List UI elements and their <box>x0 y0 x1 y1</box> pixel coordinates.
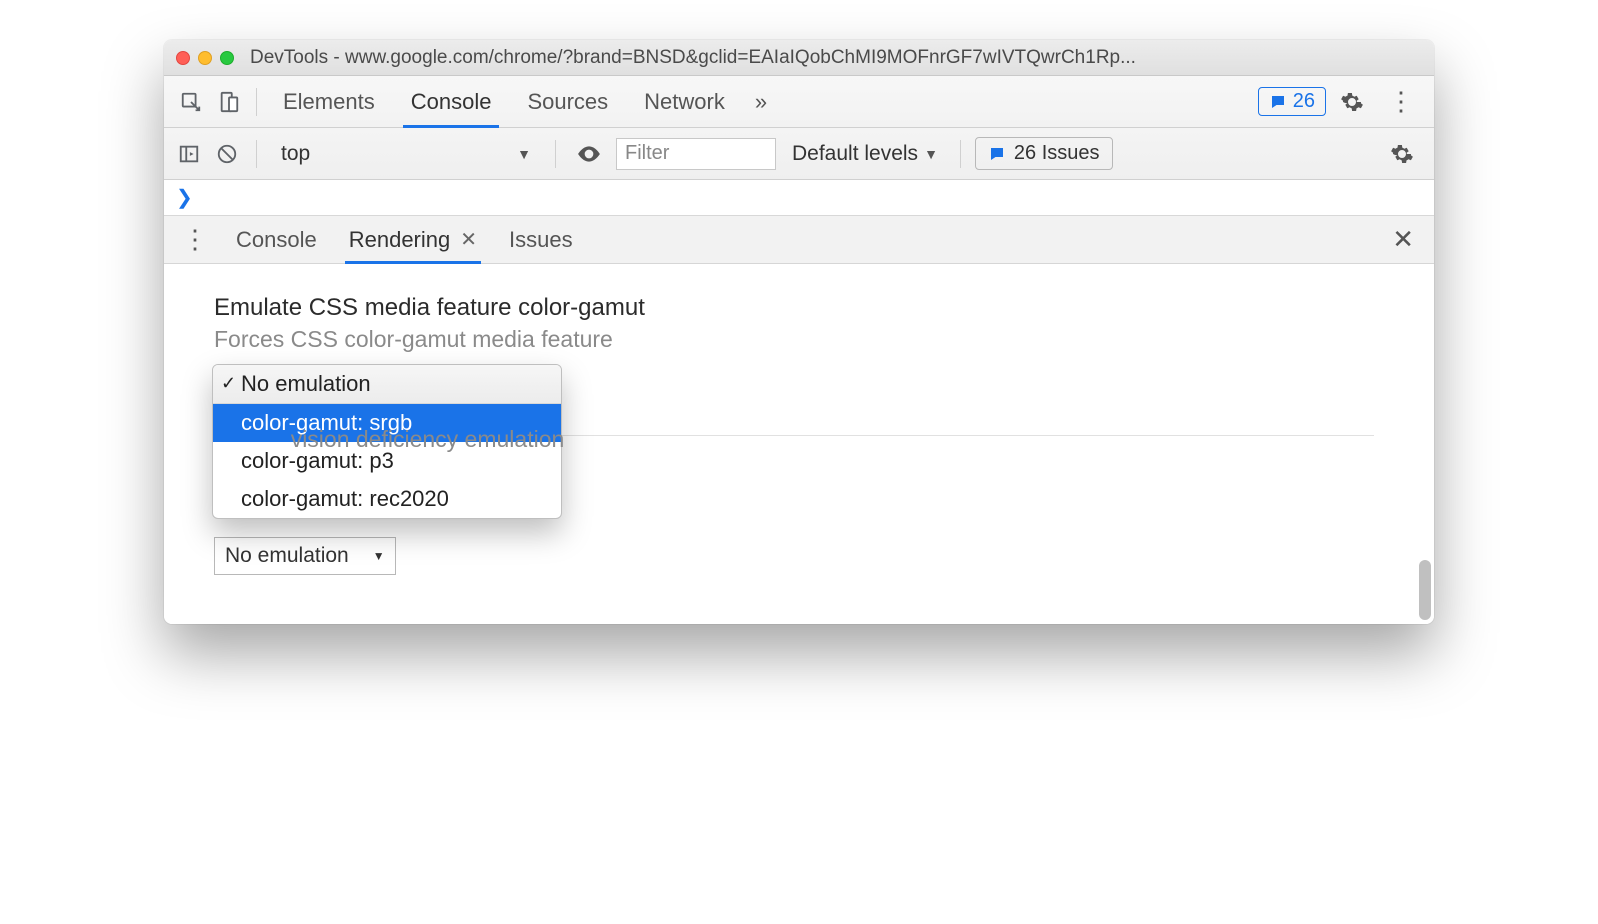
drawer-tab-issues[interactable]: Issues <box>495 216 587 263</box>
window-close-button[interactable] <box>176 51 190 65</box>
window-titlebar: DevTools - www.google.com/chrome/?brand=… <box>164 40 1434 76</box>
drawer-tab-label: Console <box>236 227 317 253</box>
rendering-panel: Emulate CSS media feature color-gamut Fo… <box>164 264 1434 624</box>
levels-label: Default levels <box>792 142 918 166</box>
console-prompt-line[interactable]: ❯ <box>164 180 1434 216</box>
tab-console[interactable]: Console <box>395 76 508 127</box>
dropdown-option-no-emulation[interactable]: ✓ No emulation <box>213 365 561 404</box>
color-gamut-title: Emulate CSS media feature color-gamut <box>214 294 1384 322</box>
dropdown-option-rec2020[interactable]: color-gamut: rec2020 <box>213 480 561 518</box>
tab-label: Sources <box>527 89 608 115</box>
option-label: No emulation <box>241 371 371 396</box>
more-tabs-icon[interactable]: » <box>745 89 777 115</box>
issues-icon <box>988 145 1006 163</box>
color-gamut-subtitle: Forces CSS color-gamut media feature <box>214 326 1384 353</box>
dropdown-icon: ▼ <box>373 549 385 563</box>
window-title: DevTools - www.google.com/chrome/?brand=… <box>250 47 1422 69</box>
drawer-more-icon[interactable]: ⋮ <box>172 224 218 255</box>
console-toolbar: top ▼ Default levels ▼ 26 Issues <box>164 128 1434 180</box>
tab-label: Elements <box>283 89 375 115</box>
drawer-tab-console[interactable]: Console <box>222 216 331 263</box>
devtools-window: DevTools - www.google.com/chrome/?brand=… <box>164 40 1434 624</box>
vision-deficiency-subtitle-fragment: Forces vision deficiency emulation <box>214 426 1384 453</box>
issues-count-text: 26 <box>1293 90 1315 113</box>
scrollbar-thumb[interactable] <box>1419 560 1431 620</box>
tab-elements[interactable]: Elements <box>267 76 391 127</box>
device-toggle-icon[interactable] <box>212 85 246 119</box>
close-icon[interactable]: ✕ <box>460 227 477 252</box>
separator <box>256 88 257 116</box>
issues-counter[interactable]: 26 <box>1258 87 1326 116</box>
live-expression-icon[interactable] <box>570 141 608 167</box>
drawer-tabstrip: ⋮ Console Rendering ✕ Issues ✕ <box>164 216 1434 264</box>
drawer-close-icon[interactable]: ✕ <box>1380 224 1426 255</box>
select-value: No emulation <box>225 544 349 568</box>
window-minimize-button[interactable] <box>198 51 212 65</box>
filter-input[interactable] <box>616 138 776 170</box>
tab-network[interactable]: Network <box>628 76 741 127</box>
tab-sources[interactable]: Sources <box>511 76 624 127</box>
vision-deficiency-select[interactable]: No emulation ▼ <box>214 537 396 575</box>
context-select[interactable]: top ▼ <box>271 138 541 170</box>
prompt-icon: ❯ <box>176 185 193 210</box>
drawer-tab-rendering[interactable]: Rendering ✕ <box>335 216 491 263</box>
more-menu-icon[interactable]: ⋮ <box>1378 86 1424 117</box>
dropdown-icon: ▼ <box>517 146 531 162</box>
checkmark-icon: ✓ <box>221 373 236 394</box>
dropdown-icon: ▼ <box>924 146 938 162</box>
issues-button[interactable]: 26 Issues <box>975 137 1113 170</box>
separator <box>555 140 556 168</box>
tab-label: Console <box>411 89 492 115</box>
separator <box>256 140 257 168</box>
main-tabstrip: Elements Console Sources Network » 26 ⋮ <box>164 76 1434 128</box>
settings-icon[interactable] <box>1330 90 1374 114</box>
window-zoom-button[interactable] <box>220 51 234 65</box>
tab-label: Network <box>644 89 725 115</box>
sidebar-toggle-icon[interactable] <box>174 139 204 169</box>
issues-icon <box>1269 93 1287 111</box>
separator <box>960 140 961 168</box>
context-label: top <box>281 142 310 166</box>
drawer-tab-label: Rendering <box>349 227 451 253</box>
option-label: color-gamut: rec2020 <box>241 486 449 511</box>
inspect-icon[interactable] <box>174 85 208 119</box>
drawer-tab-label: Issues <box>509 227 573 253</box>
clear-console-icon[interactable] <box>212 139 242 169</box>
issues-button-label: 26 Issues <box>1014 142 1100 165</box>
console-settings-icon[interactable] <box>1380 142 1424 166</box>
log-levels-select[interactable]: Default levels ▼ <box>784 142 946 166</box>
